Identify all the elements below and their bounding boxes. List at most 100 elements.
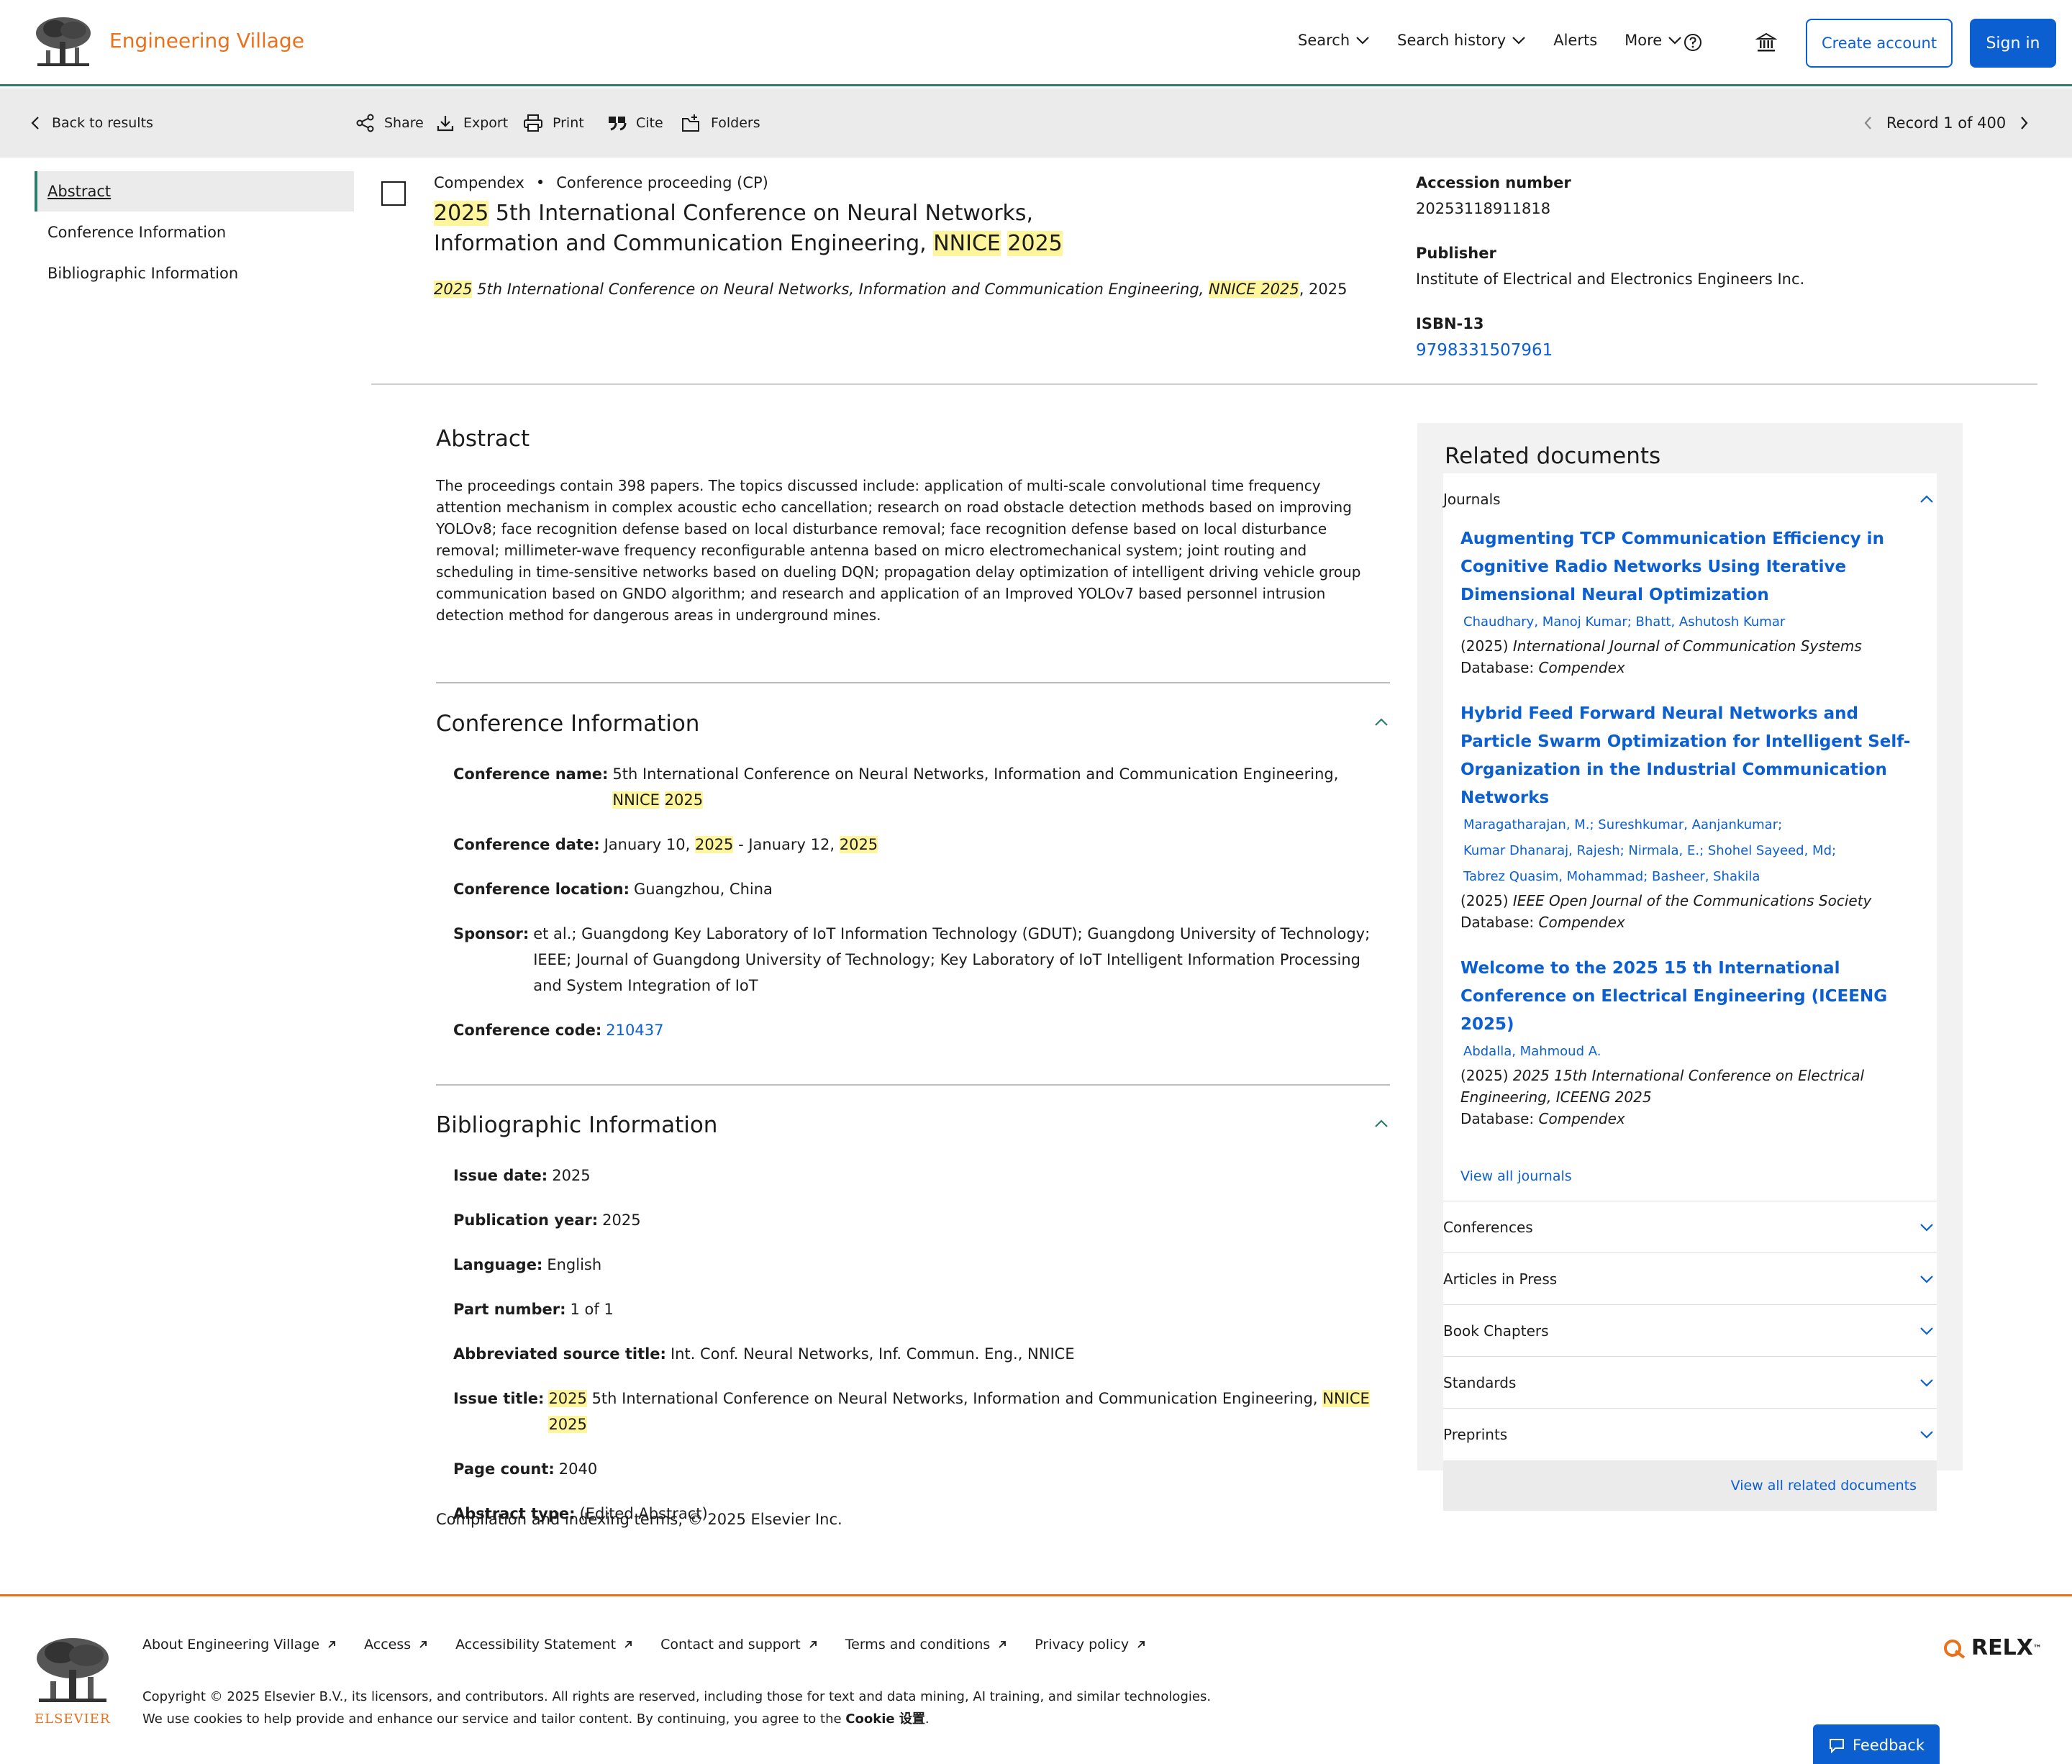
nav-more[interactable]: More	[1625, 32, 1682, 49]
folder-add-icon	[682, 114, 699, 132]
create-account-button[interactable]: Create account	[1806, 19, 1953, 68]
footer-link-contact[interactable]: Contact and support	[660, 1637, 818, 1652]
accordion-book-chapters[interactable]: Book Chapters	[1443, 1305, 1937, 1357]
external-link-icon	[328, 1641, 335, 1648]
external-link-icon	[999, 1641, 1007, 1648]
cookie-settings-link[interactable]: Cookie 设置	[845, 1711, 925, 1727]
related-doc-authors[interactable]: Kumar Dhanaraj, Rajesh; Nirmala, E.; Sho…	[1460, 838, 1918, 864]
nav-search-history[interactable]: Search history	[1397, 32, 1526, 49]
bibliographic-info-heading: Bibliographic Information	[436, 1112, 718, 1138]
chevron-up-icon[interactable]	[1373, 1118, 1390, 1129]
relx-logo[interactable]: RELX ™	[1942, 1635, 2042, 1660]
view-all-journals-link[interactable]: View all journals	[1443, 1151, 1937, 1201]
section-nav-conference-information[interactable]: Conference Information	[35, 212, 354, 253]
accession-number-label: Accession number	[1416, 174, 1571, 191]
nav-alerts[interactable]: Alerts	[1553, 32, 1597, 49]
chevron-down-icon	[1920, 1275, 1933, 1283]
record-title: 2025 5th International Conference on Neu…	[434, 201, 1063, 256]
issue-title-field: Issue title: 2025 5th International Conf…	[453, 1390, 1370, 1433]
section-nav-bibliographic-information[interactable]: Bibliographic Information	[35, 253, 354, 294]
elsevier-tree-logo-icon[interactable]	[33, 16, 94, 69]
top-nav: Search Search history Alerts More	[1298, 32, 1709, 49]
related-doc-title-link[interactable]: Augmenting TCP Communication Efficiency …	[1460, 525, 1918, 609]
accordion-journals[interactable]: Journals	[1443, 473, 1937, 525]
document-type: Conference proceeding (CP)	[556, 174, 768, 191]
engineering-village-brand[interactable]: Engineering Village	[109, 29, 304, 53]
print-button[interactable]: Print	[522, 88, 584, 158]
related-doc-authors[interactable]: Tabrez Quasim, Mohammad; Basheer, Shakil…	[1460, 864, 1918, 890]
related-doc: Hybrid Feed Forward Neural Networks and …	[1443, 700, 1937, 933]
sign-in-button[interactable]: Sign in	[1970, 19, 2056, 68]
footer-link-terms[interactable]: Terms and conditions	[845, 1637, 1008, 1652]
chevron-left-icon[interactable]	[1862, 115, 1875, 131]
chevron-down-icon	[1920, 1378, 1933, 1387]
nav-search[interactable]: Search	[1298, 32, 1370, 49]
related-documents-panel: Related documents Journals Augmenting TC…	[1417, 423, 1963, 1511]
accordion-conferences[interactable]: Conferences	[1443, 1201, 1937, 1253]
header-divider	[371, 383, 2037, 385]
footer-link-privacy[interactable]: Privacy policy	[1035, 1637, 1146, 1652]
record-pager: Record 1 of 400	[1850, 88, 2042, 158]
footer-link-accessibility[interactable]: Accessibility Statement	[455, 1637, 633, 1652]
record-counter: Record 1 of 400	[1886, 114, 2007, 132]
cite-button[interactable]: Cite	[607, 88, 663, 158]
institution-icon[interactable]	[1755, 32, 1777, 53]
record-source: 2025 5th International Conference on Neu…	[434, 281, 1348, 298]
accordion-articles-in-press[interactable]: Articles in Press	[1443, 1253, 1937, 1305]
abstract-heading: Abstract	[436, 426, 530, 452]
related-doc-authors[interactable]: Chaudhary, Manoj Kumar; Bhatt, Ashutosh …	[1460, 609, 1918, 635]
conference-code-link[interactable]: 210437	[606, 1017, 1397, 1043]
related-doc-authors[interactable]: Abdalla, Mahmoud A.	[1460, 1039, 1918, 1065]
chevron-down-icon	[1920, 1327, 1933, 1335]
external-link-icon	[1137, 1641, 1145, 1648]
part-number-field: Part number: 1 of 1	[453, 1301, 614, 1318]
chevron-right-icon[interactable]	[2017, 115, 2030, 131]
accession-number-value: 20253118911818	[1416, 200, 1551, 217]
footer-links: About Engineering Village Access Accessi…	[142, 1637, 1173, 1652]
share-button[interactable]: Share	[355, 88, 424, 158]
related-doc-title-link[interactable]: Hybrid Feed Forward Neural Networks and …	[1460, 700, 1918, 812]
view-all-related-documents-link[interactable]: View all related documents	[1443, 1460, 1937, 1511]
publisher-label: Publisher	[1416, 245, 1496, 262]
section-nav: Abstract Conference Information Bibliogr…	[35, 171, 354, 294]
chevron-down-icon	[1920, 1223, 1933, 1232]
abstract-text: The proceedings contain 398 papers. The …	[436, 477, 1361, 624]
record-toolbar: Back to results Share Export Print Cite …	[0, 88, 2072, 158]
conference-name-field: Conference name: 5th International Confe…	[453, 765, 1339, 809]
related-doc-database: Database: Compendex	[1460, 1110, 1625, 1127]
feedback-button[interactable]: Feedback	[1813, 1724, 1940, 1764]
footer-link-about[interactable]: About Engineering Village	[142, 1637, 337, 1652]
chevron-left-icon	[31, 117, 39, 129]
compilation-notice: Compilation and indexing terms, © 2025 E…	[436, 1511, 842, 1528]
help-icon[interactable]	[1684, 33, 1702, 52]
back-to-results-link[interactable]: Back to results	[29, 88, 153, 158]
related-doc-title-link[interactable]: Welcome to the 2025 15 th International …	[1460, 955, 1918, 1039]
chevron-down-icon	[1668, 37, 1681, 45]
export-button[interactable]: Export	[436, 88, 508, 158]
external-link-icon	[809, 1641, 817, 1648]
section-divider	[436, 1084, 1390, 1086]
select-record-checkbox[interactable]	[381, 181, 406, 206]
related-doc-authors[interactable]: Maragatharajan, M.; Sureshkumar, Aanjank…	[1460, 812, 1918, 838]
related-doc: Welcome to the 2025 15 th International …	[1443, 955, 1937, 1129]
folders-button[interactable]: Folders	[681, 88, 760, 158]
issue-date-field: Issue date: 2025	[453, 1167, 591, 1184]
page-count-field: Page count: 2040	[453, 1460, 598, 1478]
elsevier-tree-logo-icon[interactable]	[33, 1637, 112, 1706]
record-meta: Compendex • Conference proceeding (CP)	[434, 174, 768, 191]
separator-dot: •	[535, 174, 545, 191]
chevron-up-icon	[1920, 495, 1933, 503]
related-doc-source: (2025) International Journal of Communic…	[1460, 637, 1862, 655]
isbn-link[interactable]: 9798331507961	[1416, 341, 1804, 360]
footer-link-access[interactable]: Access	[364, 1637, 428, 1652]
external-link-icon	[624, 1641, 632, 1648]
isbn-label: ISBN-13	[1416, 315, 1484, 332]
accordion-standards[interactable]: Standards	[1443, 1357, 1937, 1409]
section-nav-abstract[interactable]: Abstract	[35, 171, 354, 212]
publication-year-field: Publication year: 2025	[453, 1211, 641, 1229]
related-doc-source: (2025) IEEE Open Journal of the Communic…	[1460, 892, 1872, 909]
language-field: Language: English	[453, 1256, 602, 1273]
external-link-icon	[419, 1641, 427, 1648]
chevron-up-icon[interactable]	[1373, 717, 1390, 728]
accordion-preprints[interactable]: Preprints	[1443, 1409, 1937, 1460]
